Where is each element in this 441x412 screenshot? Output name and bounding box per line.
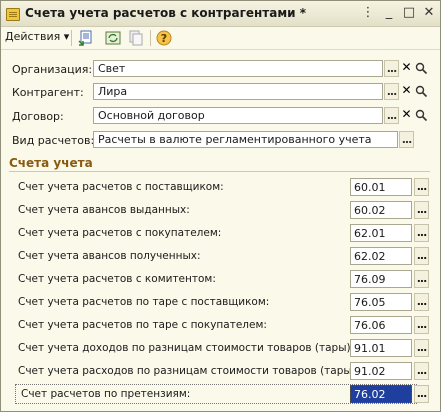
toolbar-separator <box>150 30 151 46</box>
contract-select-button[interactable]: ... <box>384 107 399 124</box>
account-select-button[interactable]: ... <box>414 293 429 311</box>
form-icon <box>6 8 20 21</box>
account-select-button[interactable]: ... <box>414 270 429 288</box>
organization-open-icon[interactable] <box>414 60 429 77</box>
account-label: Счет учета расчетов с поставщиком: <box>18 181 224 193</box>
account-select-button[interactable]: ... <box>414 362 429 380</box>
account-field[interactable]: 91.01 <box>350 339 412 357</box>
account-field[interactable]: 76.06 <box>350 316 412 334</box>
account-label: Счет учета расчетов по таре с покупателе… <box>18 319 267 331</box>
account-label: Счет учета расчетов по таре с поставщико… <box>18 296 270 308</box>
refresh-icon[interactable] <box>105 30 121 46</box>
counterparty-clear-icon[interactable]: ✕ <box>399 83 414 100</box>
account-select-button[interactable]: ... <box>414 339 429 357</box>
account-label: Счет учета доходов по разницам стоимости… <box>18 342 355 354</box>
group-divider <box>9 171 430 172</box>
contract-field[interactable]: Основной договор <box>93 107 383 124</box>
close-button[interactable]: ✕ <box>421 6 437 20</box>
account-field[interactable]: 60.02 <box>350 201 412 219</box>
toolbar-separator <box>71 30 72 46</box>
account-label: Счет учета расчетов с покупателем: <box>18 227 222 239</box>
account-label: Счет учета авансов выданных: <box>18 204 190 216</box>
actions-label: Действия <box>5 30 61 43</box>
settlement-type-select-button[interactable]: ... <box>399 131 414 148</box>
account-select-button[interactable]: ... <box>414 201 429 219</box>
account-field[interactable]: 60.01 <box>350 178 412 196</box>
copy-icon[interactable] <box>128 30 144 46</box>
account-label: Счет учета авансов полученных: <box>18 250 201 262</box>
account-select-button[interactable]: ... <box>414 316 429 334</box>
counterparty-select-button[interactable]: ... <box>384 83 399 100</box>
organization-label: Организация: <box>12 63 93 76</box>
account-label: Счет расчетов по претензиям: <box>21 388 191 400</box>
counterparty-field[interactable]: Лира <box>93 83 383 100</box>
account-select-button[interactable]: ... <box>414 178 429 196</box>
organization-clear-icon[interactable]: ✕ <box>399 60 414 77</box>
account-field-selected[interactable]: 76.02 <box>350 385 412 403</box>
account-field[interactable]: 62.01 <box>350 224 412 242</box>
counterparty-open-icon[interactable] <box>414 83 429 100</box>
settlement-type-field[interactable]: Расчеты в валюте регламентированного уче… <box>93 131 398 148</box>
account-select-button[interactable]: ... <box>414 224 429 242</box>
account-select-button[interactable]: ... <box>414 385 429 403</box>
account-field[interactable]: 76.09 <box>350 270 412 288</box>
svg-text:?: ? <box>161 32 167 45</box>
counterparty-label: Контрагент: <box>12 86 84 99</box>
toolbar: Действия ▾ ? <box>1 27 440 50</box>
account-select-button[interactable]: ... <box>414 247 429 265</box>
accounts-group-title: Счета учета <box>9 156 93 170</box>
maximize-button[interactable]: □ <box>401 6 417 20</box>
contract-clear-icon[interactable]: ✕ <box>399 107 414 124</box>
organization-field[interactable]: Свет <box>93 60 383 77</box>
account-label: Счет учета расчетов с комитентом: <box>18 273 216 285</box>
account-field[interactable]: 62.02 <box>350 247 412 265</box>
form-window: Счета учета расчетов с контрагентами * ⋮… <box>0 0 441 412</box>
account-field[interactable]: 76.05 <box>350 293 412 311</box>
settlement-type-label: Вид расчетов: <box>12 134 95 147</box>
help-icon[interactable]: ? <box>156 30 172 46</box>
save-and-close-icon[interactable] <box>78 30 94 46</box>
minimize-button[interactable]: _ <box>381 6 397 20</box>
contract-open-icon[interactable] <box>414 107 429 124</box>
chevron-down-icon: ▾ <box>63 30 70 43</box>
window-title: Счета учета расчетов с контрагентами * <box>25 6 307 20</box>
window-menu-icon[interactable]: ⋮ <box>360 6 376 20</box>
title-bar: Счета учета расчетов с контрагентами * ⋮… <box>1 1 440 27</box>
actions-menu-button[interactable]: Действия ▾ <box>5 30 69 43</box>
account-label: Счет учета расходов по разницам стоимост… <box>18 365 360 377</box>
organization-select-button[interactable]: ... <box>384 60 399 77</box>
contract-label: Договор: <box>12 110 64 123</box>
account-field[interactable]: 91.02 <box>350 362 412 380</box>
